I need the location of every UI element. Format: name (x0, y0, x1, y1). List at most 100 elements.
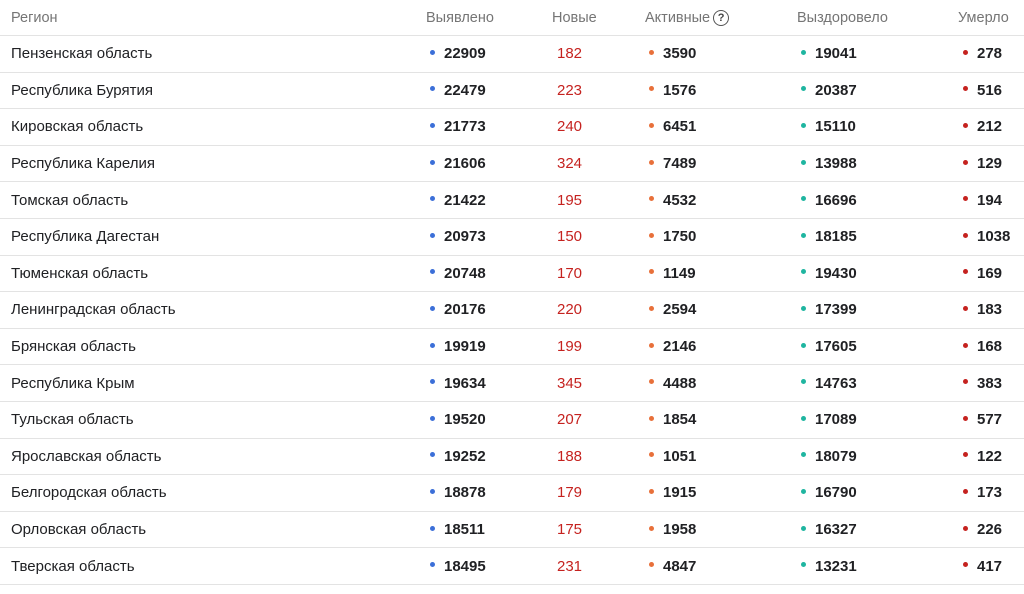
died-cell: 212 (963, 118, 1002, 135)
recovered-dot-icon (801, 232, 806, 238)
new-value: 175 (557, 521, 583, 539)
died-cell: 183 (963, 301, 1002, 318)
detected-cell: 22479 (430, 82, 486, 99)
table-row[interactable]: Кировская область 21773 240 6451 15110 212 (0, 109, 1024, 146)
column-header-new[interactable]: Новые (552, 10, 597, 26)
died-value: 183 (977, 301, 1003, 319)
table-row[interactable]: Орловская область 18511 175 1958 16327 226 (0, 512, 1024, 549)
region-name: Республика Карелия (11, 155, 155, 173)
died-dot-icon (963, 196, 968, 202)
recovered-cell: 13988 (801, 155, 857, 172)
died-dot-icon (963, 379, 968, 385)
region-name: Республика Крым (11, 374, 135, 392)
died-cell: 122 (963, 448, 1002, 465)
died-cell: 226 (963, 521, 1002, 538)
table-row[interactable]: Тверская область 18495 231 4847 13231 417 (0, 548, 1024, 585)
recovered-cell: 20387 (801, 82, 857, 99)
table-row[interactable]: Брянская область 19919 199 2146 17605 168 (0, 329, 1024, 366)
died-cell: 278 (963, 45, 1002, 62)
table-row[interactable]: Тульская область 19520 207 1854 17089 577 (0, 402, 1024, 439)
region-name: Ленинградская область (11, 301, 176, 319)
recovered-dot-icon (801, 342, 806, 348)
new-value: 199 (557, 338, 583, 356)
table-row[interactable]: Тюменская область 20748 170 1149 19430 169 (0, 256, 1024, 293)
died-cell: 383 (963, 375, 1002, 392)
active-dot-icon (649, 305, 654, 311)
died-dot-icon (963, 86, 968, 92)
active-value: 7489 (663, 155, 697, 173)
table-row[interactable]: Ярославская область 19252 188 1051 18079 122 (0, 439, 1024, 476)
active-dot-icon (649, 269, 654, 275)
died-value: 173 (977, 484, 1003, 502)
died-dot-icon (963, 305, 968, 311)
table-row[interactable]: Республика Карелия 21606 324 7489 13988 129 (0, 146, 1024, 183)
new-value: 150 (557, 228, 583, 246)
active-dot-icon (649, 562, 654, 568)
column-header-recovered[interactable]: Выздоровело (797, 10, 888, 26)
recovered-cell: 15110 (801, 118, 856, 135)
active-value: 1576 (663, 81, 697, 99)
active-cell: 7489 (649, 155, 696, 172)
died-value: 129 (977, 155, 1003, 173)
detected-dot-icon (430, 379, 435, 385)
detected-value: 21422 (444, 191, 486, 209)
died-value: 516 (977, 81, 1003, 99)
active-value: 1958 (663, 521, 697, 539)
column-header-active[interactable]: Активные ? (645, 9, 730, 26)
detected-dot-icon (430, 342, 435, 348)
new-value: 207 (557, 411, 583, 429)
detected-value: 20748 (444, 264, 486, 282)
question-circle-icon[interactable]: ? (713, 9, 730, 26)
detected-cell: 20973 (430, 228, 486, 245)
died-dot-icon (963, 123, 968, 129)
column-header-died[interactable]: Умерло (958, 10, 1009, 26)
table-row[interactable]: Республика Бурятия 22479 223 1576 20387 516 (0, 73, 1024, 110)
column-header-region[interactable]: Регион (11, 10, 58, 26)
region-name: Белгородская область (11, 484, 167, 502)
detected-dot-icon (430, 488, 435, 494)
active-value: 1854 (663, 411, 697, 429)
table-row[interactable]: Белгородская область 18878 179 1915 16790 173 (0, 475, 1024, 512)
table-row[interactable]: Ленинградская область 20176 220 2594 17399 18… (0, 292, 1024, 329)
region-name: Республика Бурятия (11, 81, 153, 99)
column-header-detected[interactable]: Выявлено (426, 10, 494, 26)
column-header-active-label: Активные (645, 9, 711, 26)
table-row[interactable]: Пензенская область 22909 182 3590 19041 278 (0, 36, 1024, 73)
table-row[interactable]: Республика Дагестан 20973 150 1750 18185 1038 (0, 219, 1024, 256)
active-cell: 4488 (649, 375, 696, 392)
died-value: 1038 (977, 228, 1011, 246)
died-cell: 577 (963, 411, 1002, 428)
recovered-cell: 19041 (801, 45, 857, 62)
active-dot-icon (649, 86, 654, 92)
recovered-dot-icon (801, 379, 806, 385)
active-value: 4488 (663, 374, 697, 392)
died-dot-icon (963, 49, 968, 55)
active-cell: 1854 (649, 411, 696, 428)
recovered-value: 17605 (815, 338, 857, 356)
died-value: 577 (977, 411, 1003, 429)
table-row[interactable]: Республика Крым 19634 345 4488 14763 383 (0, 365, 1024, 402)
new-cell: 179 (557, 484, 582, 501)
died-value: 417 (977, 557, 1003, 575)
recovered-dot-icon (801, 196, 806, 202)
active-dot-icon (649, 488, 654, 494)
detected-cell: 19919 (430, 338, 486, 355)
detected-dot-icon (430, 562, 435, 568)
detected-value: 19919 (444, 338, 486, 356)
recovered-value: 13231 (815, 557, 857, 575)
died-dot-icon (963, 525, 968, 531)
recovered-value: 16327 (815, 521, 857, 539)
recovered-dot-icon (801, 86, 806, 92)
detected-value: 19634 (444, 374, 486, 392)
table-row[interactable]: Томская область 21422 195 4532 16696 194 (0, 182, 1024, 219)
new-cell: 324 (557, 155, 582, 172)
detected-cell: 18878 (430, 484, 486, 501)
new-value: 170 (557, 264, 583, 282)
active-cell: 4532 (649, 192, 696, 209)
new-cell: 195 (557, 192, 582, 209)
detected-value: 20973 (444, 228, 486, 246)
new-value: 182 (557, 45, 583, 63)
region-name: Тюменская область (11, 264, 149, 282)
new-value: 324 (557, 155, 583, 173)
detected-dot-icon (430, 232, 435, 238)
